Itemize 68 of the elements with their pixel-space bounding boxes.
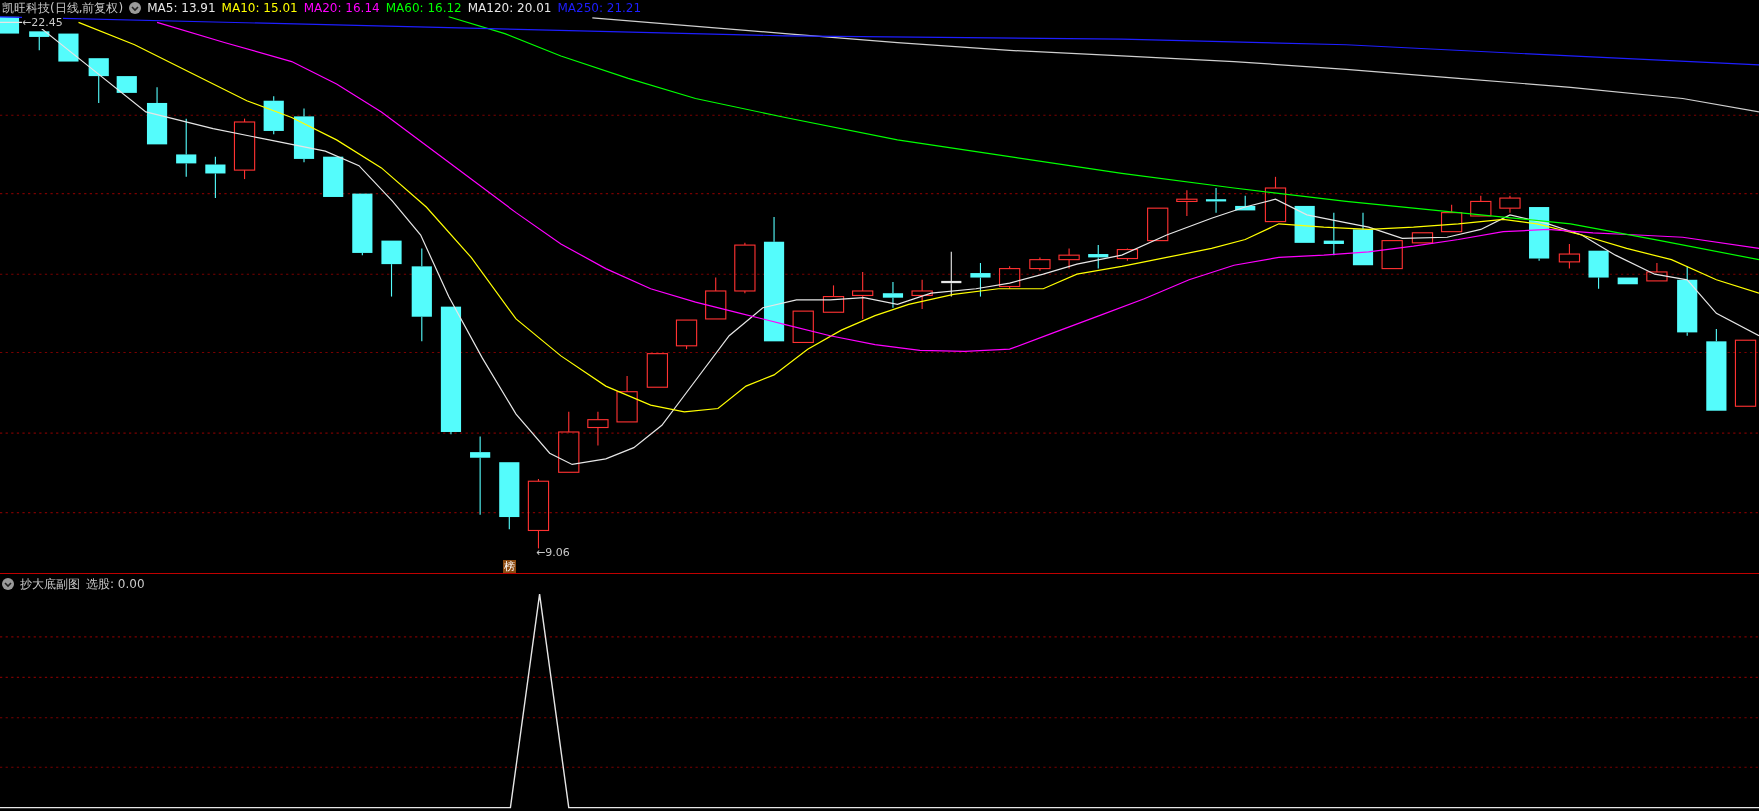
candlestick xyxy=(29,31,50,51)
selection-reading: 选股: 0.00 xyxy=(86,577,145,591)
indicator-label: MA5: 13.91 xyxy=(147,1,216,15)
candlestick xyxy=(1470,195,1492,217)
candlestick xyxy=(233,118,256,180)
candlestick xyxy=(527,478,550,549)
candlestick xyxy=(616,375,638,423)
candlestick xyxy=(58,33,79,62)
candlestick xyxy=(646,353,669,388)
candlestick xyxy=(293,108,315,163)
candlestick xyxy=(1088,244,1109,270)
candlestick xyxy=(499,462,520,530)
candlestick xyxy=(381,240,402,298)
candlestick xyxy=(587,411,609,446)
candlestick xyxy=(1352,212,1374,266)
candlestick xyxy=(1235,195,1256,211)
candlestick xyxy=(88,58,109,104)
low-price-label: ←9.06 xyxy=(536,545,570,561)
candlestick xyxy=(1147,207,1169,242)
ranking-badge: 榜 xyxy=(503,560,516,573)
candlestick xyxy=(1323,212,1344,256)
candlestick xyxy=(323,156,344,197)
indicator-label: MA250: 21.21 xyxy=(557,1,642,15)
candlestick xyxy=(558,411,580,473)
candlestick xyxy=(1205,187,1227,214)
candlestick xyxy=(792,310,814,343)
candlestick xyxy=(1734,339,1757,407)
candlestick xyxy=(822,284,845,313)
candlestick xyxy=(1264,176,1287,223)
indicator-label: MA120: 20.01 xyxy=(467,1,552,15)
candlestick xyxy=(1440,204,1463,233)
candlestick xyxy=(1499,195,1521,214)
candlestick xyxy=(1381,240,1403,270)
candlestick xyxy=(1677,265,1698,337)
candlestick xyxy=(675,319,698,350)
panel-title: 抄大底副图 xyxy=(20,577,80,591)
candlestick xyxy=(263,95,284,135)
candlestick xyxy=(1617,277,1638,285)
candlestick xyxy=(116,76,137,93)
candlestick xyxy=(734,242,756,294)
candlestick xyxy=(882,281,904,309)
high-price-label: ←22.45 xyxy=(22,16,63,29)
chart-title: 凯旺科技(日线,前复权) xyxy=(2,1,124,15)
candlestick xyxy=(1116,247,1139,262)
candlestick xyxy=(1588,250,1609,290)
candlestick xyxy=(970,262,991,298)
candlestick xyxy=(852,271,874,320)
candlestick xyxy=(176,118,197,178)
indicator-label: MA60: 16.12 xyxy=(385,1,462,15)
candlestick xyxy=(911,279,933,310)
candlestick xyxy=(1294,205,1315,243)
candlestick xyxy=(1646,262,1668,282)
candlestick xyxy=(1029,256,1051,272)
candlestick xyxy=(1176,189,1198,217)
candlestick xyxy=(1058,247,1080,270)
indicator-label: MA10: 15.01 xyxy=(221,1,298,15)
candlestick xyxy=(1558,243,1581,270)
indicator-label: MA20: 16.14 xyxy=(303,1,380,15)
dropdown-icon[interactable] xyxy=(2,578,14,590)
candlestick xyxy=(705,277,727,320)
candlestick xyxy=(352,193,373,256)
candlestick xyxy=(941,251,962,298)
candlestick xyxy=(1529,207,1550,262)
dropdown-icon[interactable] xyxy=(129,2,142,14)
candlestick xyxy=(205,156,226,199)
candlestick xyxy=(998,265,1021,290)
candlestick xyxy=(146,86,168,145)
candlestick xyxy=(1411,232,1434,244)
